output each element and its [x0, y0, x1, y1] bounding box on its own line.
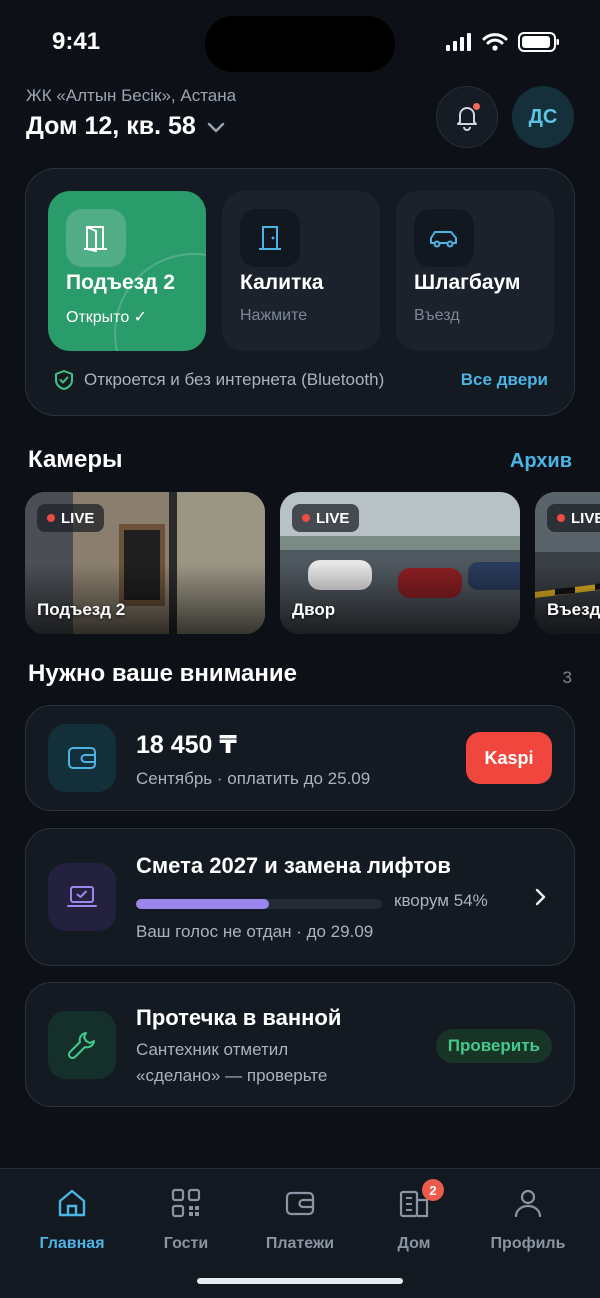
tab-label: Гости — [163, 1235, 209, 1252]
dynamic-island — [205, 16, 395, 72]
quorum-label: кворум 54% — [394, 891, 488, 910]
tab-badge: 2 — [422, 1179, 444, 1201]
door-ring-decoration — [114, 253, 206, 351]
repair-card[interactable]: Протечка в ванной Сантехник отметил «сде… — [25, 982, 575, 1107]
payment-subtitle: Сентябрь · оплатить до 25.09 — [136, 769, 371, 788]
tab-label: Главная — [39, 1235, 105, 1252]
status-bar: 9:41 — [0, 0, 600, 80]
gate-icon — [240, 209, 300, 267]
live-badge: LIVE — [547, 504, 600, 532]
tab-label: Дом — [397, 1235, 431, 1252]
live-dot — [302, 514, 310, 522]
door-open-icon — [66, 209, 126, 267]
door-gate[interactable]: Калитка Нажмите — [222, 191, 380, 351]
camera-card[interactable]: LIVE Двор — [280, 492, 520, 634]
attention-count: 3 — [562, 668, 572, 687]
live-label: LIVE — [316, 509, 350, 527]
attention-title: Нужно ваше внимание — [28, 660, 298, 687]
tab-house[interactable]: 2 Дом — [364, 1179, 464, 1253]
repair-subtitle-line2: «сделано» — проверьте — [136, 1066, 328, 1085]
door-title: Шлагбаум — [414, 271, 521, 294]
tab-label: Платежи — [265, 1235, 335, 1252]
offline-row: Откроется и без интернета (Bluetooth) Вс… — [54, 369, 548, 391]
check-button[interactable]: Проверить — [435, 1029, 552, 1063]
chevron-down-icon — [207, 122, 224, 132]
qr-code-icon — [136, 1185, 236, 1221]
quorum-progress-fill — [136, 899, 269, 909]
cellular-signal-icon — [446, 33, 471, 51]
tab-home[interactable]: Главная — [22, 1185, 122, 1253]
camera-shade — [535, 564, 600, 634]
live-label: LIVE — [571, 509, 600, 527]
live-label: LIVE — [61, 509, 95, 527]
live-badge: LIVE — [37, 504, 105, 532]
avatar[interactable]: ДС — [512, 86, 574, 148]
shield-check-icon — [55, 370, 73, 390]
archive-link[interactable]: Архив — [510, 450, 572, 473]
all-doors-link[interactable]: Все двери — [461, 370, 548, 390]
tab-payments[interactable]: Платежи — [250, 1185, 350, 1253]
vote-subtitle: Ваш голос не отдан · до 29.09 — [136, 922, 374, 941]
wrench-icon — [48, 1011, 116, 1079]
wifi-icon — [482, 33, 508, 51]
payment-amount: 18 450 ₸ — [136, 731, 237, 759]
header: ЖК «Алтын Бесік», Астана Дом 12, кв. 58 … — [26, 86, 574, 156]
building-icon: 2 — [364, 1179, 464, 1221]
camera-label: Подъезд 2 — [37, 600, 126, 619]
home-indicator — [197, 1278, 403, 1284]
live-dot — [557, 514, 565, 522]
door-title: Подъезд 2 — [66, 271, 175, 294]
door-status: Открыто ✓ — [66, 309, 148, 326]
door-title: Калитка — [240, 271, 324, 294]
profile-icon — [478, 1185, 578, 1221]
camera-shade — [25, 564, 265, 634]
door-hint: Въезд — [414, 307, 460, 324]
vote-title: Смета 2027 и замена лифтов — [136, 853, 451, 878]
apartment-name: Дом 12, кв. 58 — [26, 112, 196, 140]
status-icons — [446, 32, 560, 52]
home-icon — [22, 1185, 122, 1221]
camera-label: Двор — [292, 600, 336, 619]
laptop-check-icon — [48, 863, 116, 931]
cameras-carousel[interactable]: LIVE Подъезд 2 LIVE Двор LIVE Въезд — [25, 492, 600, 634]
quorum-progress — [136, 899, 382, 909]
wallet-icon — [250, 1185, 350, 1221]
camera-shade — [280, 564, 520, 634]
doors-card: Подъезд 2 Открыто ✓ Калитка Нажмите Шлаг… — [25, 168, 575, 416]
tab-label: Профиль — [490, 1235, 566, 1252]
battery-icon — [518, 32, 559, 52]
notifications-button[interactable] — [436, 86, 498, 148]
camera-label: Въезд — [547, 600, 600, 619]
kaspi-pay-button[interactable]: Kaspi — [466, 732, 552, 784]
chevron-right-icon — [535, 888, 546, 906]
tab-guests[interactable]: Гости — [136, 1185, 236, 1253]
repair-title: Протечка в ванной — [136, 1005, 342, 1030]
door-hint: Нажмите — [240, 307, 308, 324]
car-icon — [414, 209, 474, 267]
status-time: 9:41 — [52, 28, 101, 55]
live-badge: LIVE — [292, 504, 360, 532]
payment-card[interactable]: 18 450 ₸ Сентябрь · оплатить до 25.09 Ka… — [25, 705, 575, 811]
wallet-icon — [48, 724, 116, 792]
notification-dot — [473, 103, 480, 110]
offline-text: Откроется и без интернета (Bluetooth) — [84, 370, 385, 389]
live-dot — [47, 514, 55, 522]
tab-profile[interactable]: Профиль — [478, 1185, 578, 1253]
cameras-title: Камеры — [28, 446, 123, 473]
camera-card[interactable]: LIVE Подъезд 2 — [25, 492, 265, 634]
door-entrance-2[interactable]: Подъезд 2 Открыто ✓ — [48, 191, 206, 351]
door-barrier[interactable]: Шлагбаум Въезд — [396, 191, 554, 351]
camera-card[interactable]: LIVE Въезд — [535, 492, 600, 634]
vote-card[interactable]: Смета 2027 и замена лифтов кворум 54% Ва… — [25, 828, 575, 966]
repair-subtitle-line1: Сантехник отметил — [136, 1040, 289, 1059]
